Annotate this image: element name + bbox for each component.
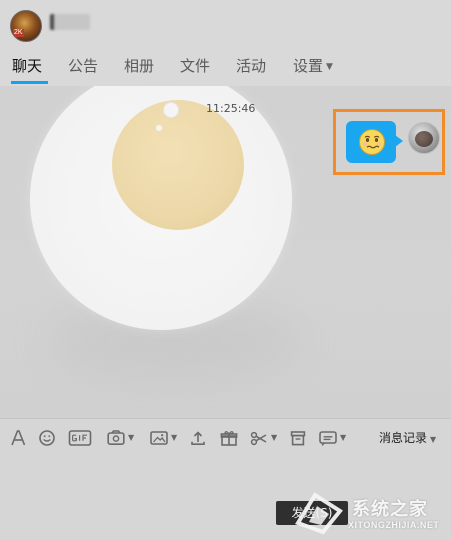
chevron-down-icon: ▼ xyxy=(340,433,347,442)
wallpaper-bubble xyxy=(156,125,162,131)
sender-avatar[interactable] xyxy=(408,122,440,154)
tab-label: 活动 xyxy=(236,57,267,75)
emoji-icon[interactable] xyxy=(38,427,56,449)
tab-bar: 聊天 公告 相册 文件 活动 设置 ▼ xyxy=(0,48,451,86)
chevron-down-icon: ▼ xyxy=(128,433,135,442)
tab-announcements[interactable]: 公告 xyxy=(68,56,98,80)
message-history-label: 消息记录 xyxy=(379,431,428,445)
send-button[interactable]: 发送(S) xyxy=(276,501,348,525)
tab-label: 公告 xyxy=(68,57,99,75)
message-input[interactable]: 发送(S) xyxy=(0,456,451,540)
tab-files[interactable]: 文件 xyxy=(180,56,210,80)
message-timestamp: 11:25:46 xyxy=(206,102,256,115)
chevron-down-icon: ▼ xyxy=(271,433,278,442)
tab-label: 聊天 xyxy=(12,57,43,75)
archive-icon[interactable] xyxy=(289,427,307,449)
tab-label: 设置 xyxy=(293,57,324,75)
chat-header: 2K xyxy=(0,0,451,48)
blurred-group-name xyxy=(50,14,90,30)
message-history-button[interactable]: 消息记录 ▼ xyxy=(379,429,436,446)
tab-album[interactable]: 相册 xyxy=(124,56,154,80)
chat-history[interactable]: 11:25:46 xyxy=(0,86,451,418)
active-tab-indicator xyxy=(11,81,48,84)
avatar-badge: 2K xyxy=(13,29,24,37)
tab-label: 相册 xyxy=(124,57,155,75)
tab-label: 文件 xyxy=(180,57,211,75)
gif-icon[interactable] xyxy=(68,427,92,449)
upload-icon[interactable] xyxy=(189,427,207,449)
wallpaper-bubble xyxy=(163,102,179,118)
more-icon[interactable]: ▼ xyxy=(318,427,346,449)
chevron-down-icon: ▼ xyxy=(171,433,178,442)
tab-chat[interactable]: 聊天 xyxy=(12,56,42,80)
image-icon[interactable]: ▼ xyxy=(149,427,177,449)
chevron-down-icon: ▼ xyxy=(430,435,437,444)
gift-icon[interactable] xyxy=(219,427,239,449)
wallpaper-egg-yolk xyxy=(112,100,244,230)
tab-activities[interactable]: 活动 xyxy=(236,56,266,80)
chat-toolbar: ▼ ▼ ▼ ▼ 消息记录 ▼ xyxy=(0,418,451,456)
screenshot-icon[interactable]: ▼ xyxy=(106,427,134,449)
chevron-down-icon: ▼ xyxy=(326,62,333,72)
tab-settings[interactable]: 设置 ▼ xyxy=(293,56,333,80)
worried-face-icon xyxy=(359,129,385,155)
group-avatar[interactable]: 2K xyxy=(10,10,42,42)
font-icon[interactable] xyxy=(9,427,27,449)
scissors-icon[interactable]: ▼ xyxy=(249,427,277,449)
